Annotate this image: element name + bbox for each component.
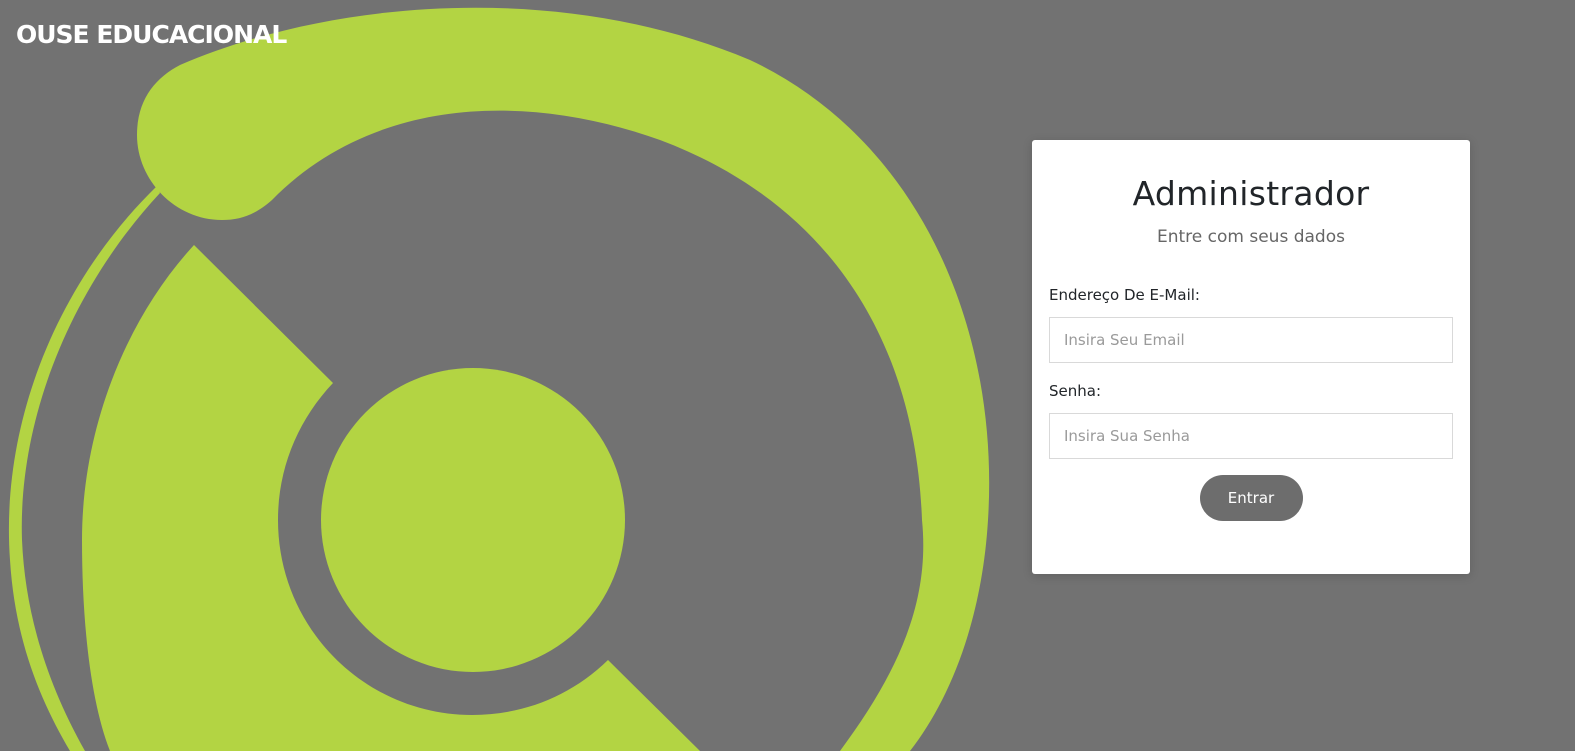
email-label: Endereço De E-Mail: xyxy=(1049,286,1200,304)
email-field[interactable] xyxy=(1049,317,1453,363)
password-label: Senha: xyxy=(1049,382,1102,400)
login-subtitle: Entre com seus dados xyxy=(1157,227,1345,247)
login-page: OUSE EDUCACIONAL Administrador Entre com… xyxy=(0,0,1575,751)
submit-wrapper: Entrar xyxy=(1049,475,1453,521)
login-title: Administrador xyxy=(1132,174,1370,213)
brand-logo-graphic-icon xyxy=(8,7,990,751)
login-button[interactable]: Entrar xyxy=(1199,475,1303,521)
login-card: Administrador Entre com seus dados Ender… xyxy=(1032,140,1470,574)
brand-name[interactable]: OUSE EDUCACIONAL xyxy=(16,20,287,49)
password-field[interactable] xyxy=(1049,413,1453,459)
logo-center-circle xyxy=(321,368,625,672)
